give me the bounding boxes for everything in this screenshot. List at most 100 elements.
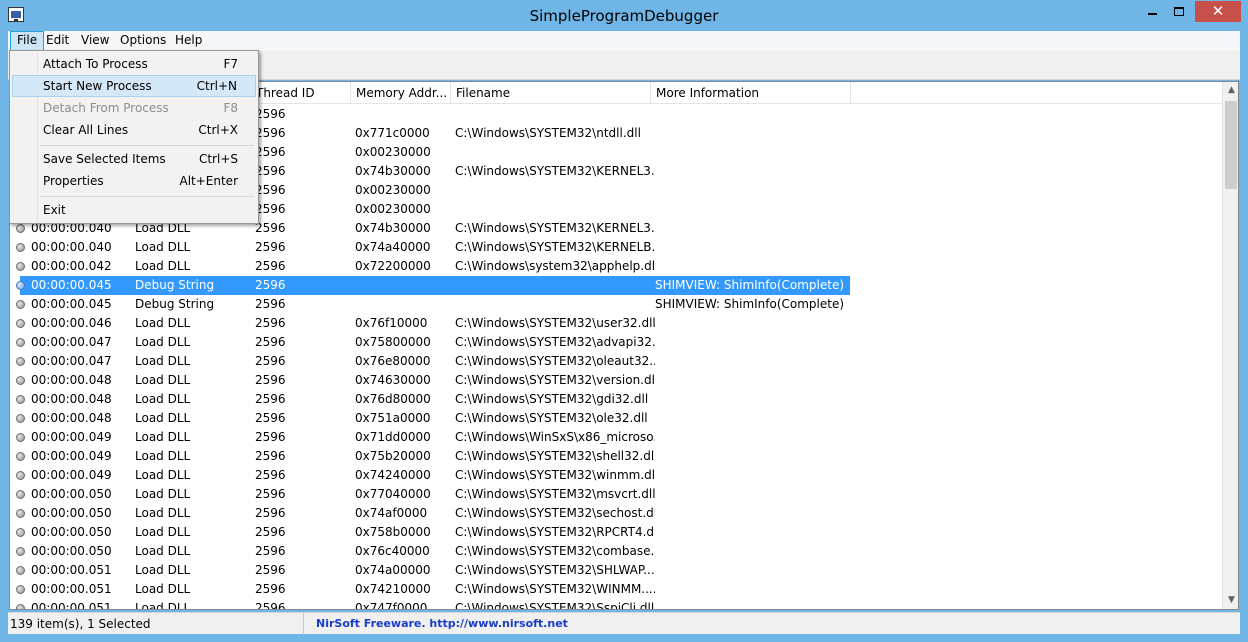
cell-filename bbox=[455, 295, 655, 314]
menu-item-shortcut: Alt+Enter bbox=[179, 174, 238, 188]
table-row[interactable]: 00:00:00.047 Load DLL 2596 0x76e80000 C:\Win… bbox=[10, 352, 1222, 371]
cell-more-information bbox=[655, 162, 855, 181]
menu-item-properties[interactable]: Properties Alt+Enter bbox=[12, 170, 256, 192]
menu-item-attach-to-process[interactable]: Attach To Process F7 bbox=[12, 53, 256, 75]
cell-filename: C:\Windows\SYSTEM32\user32.dll bbox=[455, 316, 655, 330]
table-row[interactable]: 00:00:00.046 Load DLL 2596 0x76f10000 C:\Win… bbox=[10, 314, 1222, 333]
maximize-button[interactable] bbox=[1166, 1, 1192, 22]
cell-thread-id: 2596 bbox=[255, 107, 286, 121]
menu-file[interactable]: File bbox=[10, 31, 45, 51]
nirsoft-link[interactable]: NirSoft Freeware. http://www.nirsoft.net bbox=[312, 613, 568, 635]
cell-memory-address: 0x75800000 bbox=[355, 335, 431, 349]
scroll-down-icon[interactable]: ▼ bbox=[1223, 592, 1238, 609]
row-status-icon bbox=[16, 281, 25, 290]
minimize-icon bbox=[1147, 12, 1157, 15]
cell-filename: C:\Windows\SYSTEM32\winmm.dll bbox=[455, 468, 655, 482]
menu-options[interactable]: Options bbox=[114, 31, 172, 51]
cell-memory-address: 0x00230000 bbox=[355, 145, 431, 159]
cell-time: 00:00:00.049 bbox=[31, 449, 112, 463]
table-row[interactable]: 00:00:00.042 Load DLL 2596 0x72200000 C:\Win… bbox=[10, 257, 1222, 276]
cell-thread-id: 2596 bbox=[255, 183, 286, 197]
cell-filename bbox=[455, 181, 655, 200]
cell-more-information bbox=[655, 504, 855, 523]
cell-more-information bbox=[655, 181, 855, 200]
table-row[interactable]: 00:00:00.051 Load DLL 2596 0x747f0000 C:\Win… bbox=[10, 599, 1222, 610]
table-row[interactable]: 00:00:00.050 Load DLL 2596 0x76c40000 C:\Win… bbox=[10, 542, 1222, 561]
table-row[interactable]: 00:00:00.048 Load DLL 2596 0x76d80000 C:\Win… bbox=[10, 390, 1222, 409]
cell-thread-id: 2596 bbox=[255, 164, 286, 178]
table-row[interactable]: 00:00:00.048 Load DLL 2596 0x74630000 C:\Win… bbox=[10, 371, 1222, 390]
cell-memory-address: 0x76f10000 bbox=[355, 316, 428, 330]
cell-time: 00:00:00.051 bbox=[31, 601, 112, 610]
cell-event-type: Load DLL bbox=[135, 487, 191, 501]
table-row[interactable]: 00:00:00.050 Load DLL 2596 0x74af0000 C:\Win… bbox=[10, 504, 1222, 523]
cell-thread-id: 2596 bbox=[255, 392, 286, 406]
table-row[interactable]: 00:00:00.050 Load DLL 2596 0x758b0000 C:\Win… bbox=[10, 523, 1222, 542]
cell-memory-address: 0x74b30000 bbox=[355, 164, 431, 178]
minimize-button[interactable] bbox=[1139, 1, 1165, 22]
menu-view[interactable]: View bbox=[75, 31, 115, 51]
table-row[interactable]: 00:00:00.049 Load DLL 2596 0x75b20000 C:\Win… bbox=[10, 447, 1222, 466]
status-bar: 139 item(s), 1 Selected NirSoft Freeware… bbox=[8, 612, 1240, 635]
menu-item-label: Exit bbox=[43, 203, 66, 217]
row-status-icon bbox=[16, 604, 25, 609]
column-more-information[interactable]: More Information bbox=[651, 82, 851, 104]
row-status-icon bbox=[16, 528, 25, 537]
column-memory-address[interactable]: Memory Addr... bbox=[351, 82, 451, 104]
cell-filename: C:\Windows\SYSTEM32\KERNELB... bbox=[455, 240, 655, 254]
cell-thread-id: 2596 bbox=[255, 145, 286, 159]
cell-thread-id: 2596 bbox=[255, 506, 286, 520]
close-button[interactable]: ✕ bbox=[1195, 1, 1241, 22]
table-row[interactable]: 00:00:00.049 Load DLL 2596 0x74240000 C:\Win… bbox=[10, 466, 1222, 485]
cell-time: 00:00:00.048 bbox=[31, 392, 112, 406]
menu-help[interactable]: Help bbox=[169, 31, 208, 51]
cell-memory-address: 0x00230000 bbox=[355, 202, 431, 216]
cell-more-information bbox=[655, 257, 855, 276]
cell-filename: C:\Windows\SYSTEM32\KERNEL3... bbox=[455, 221, 655, 235]
cell-more-information bbox=[655, 124, 855, 143]
menu-item-clear-all-lines[interactable]: Clear All Lines Ctrl+X bbox=[12, 119, 256, 141]
cell-time: 00:00:00.045 bbox=[31, 297, 112, 311]
table-row[interactable]: 00:00:00.050 Load DLL 2596 0x77040000 C:\Win… bbox=[10, 485, 1222, 504]
cell-memory-address: 0x77040000 bbox=[355, 487, 431, 501]
scroll-up-icon[interactable]: ▲ bbox=[1223, 82, 1238, 99]
cell-filename: C:\Windows\SYSTEM32\shell32.dll bbox=[455, 449, 655, 463]
column-filename[interactable]: Filename bbox=[451, 82, 651, 104]
table-row[interactable]: 00:00:00.049 Load DLL 2596 0x71dd0000 C:\Win… bbox=[10, 428, 1222, 447]
cell-event-type: Debug String bbox=[135, 278, 215, 292]
menu-item-shortcut: F7 bbox=[223, 57, 238, 71]
column-thread-id[interactable]: Thread ID bbox=[251, 82, 351, 104]
menu-item-save-selected-items[interactable]: Save Selected Items Ctrl+S bbox=[12, 148, 256, 170]
cell-memory-address: 0x74630000 bbox=[355, 373, 431, 387]
row-status-icon bbox=[16, 395, 25, 404]
row-status-icon bbox=[16, 357, 25, 366]
cell-memory-address: 0x76d80000 bbox=[355, 392, 431, 406]
menu-item-exit[interactable]: Exit bbox=[12, 199, 256, 221]
cell-filename: C:\Windows\SYSTEM32\version.dll bbox=[455, 373, 655, 387]
cell-more-information bbox=[655, 409, 855, 428]
cell-memory-address: 0x72200000 bbox=[355, 259, 431, 273]
menu-separator bbox=[40, 196, 254, 197]
table-row[interactable]: 00:00:00.051 Load DLL 2596 0x74210000 C:\Win… bbox=[10, 580, 1222, 599]
cell-memory-address: 0x00230000 bbox=[355, 183, 431, 197]
table-row[interactable]: 00:00:00.045 Debug String 2596 SHIMVIEW: Sh… bbox=[10, 295, 1222, 314]
menu-item-start-new-process[interactable]: Start New Process Ctrl+N bbox=[12, 75, 256, 97]
table-row[interactable]: 00:00:00.048 Load DLL 2596 0x751a0000 C:\Win… bbox=[10, 409, 1222, 428]
cell-filename: C:\Windows\system32\apphelp.dll bbox=[455, 259, 655, 273]
cell-thread-id: 2596 bbox=[255, 297, 286, 311]
table-row[interactable]: 00:00:00.045 Debug String 2596 SHIMVIEW: Sh… bbox=[10, 276, 1222, 295]
cell-thread-id: 2596 bbox=[255, 468, 286, 482]
scroll-thumb[interactable] bbox=[1225, 101, 1237, 189]
table-row[interactable]: 00:00:00.047 Load DLL 2596 0x75800000 C:\Win… bbox=[10, 333, 1222, 352]
vertical-scrollbar[interactable]: ▲ ▼ bbox=[1222, 82, 1238, 609]
cell-more-information bbox=[655, 314, 855, 333]
menu-edit[interactable]: Edit bbox=[40, 31, 75, 51]
cell-filename: C:\Windows\SYSTEM32\msvcrt.dll bbox=[455, 487, 655, 501]
table-row[interactable]: 00:00:00.040 Load DLL 2596 0x74a40000 C:\Win… bbox=[10, 238, 1222, 257]
cell-time: 00:00:00.049 bbox=[31, 430, 112, 444]
table-row[interactable]: 00:00:00.051 Load DLL 2596 0x74a00000 C:\Win… bbox=[10, 561, 1222, 580]
title-bar: SimpleProgramDebugger ✕ bbox=[0, 0, 1248, 31]
cell-more-information bbox=[655, 485, 855, 504]
cell-memory-address: 0x74210000 bbox=[355, 582, 431, 596]
cell-thread-id: 2596 bbox=[255, 430, 286, 444]
